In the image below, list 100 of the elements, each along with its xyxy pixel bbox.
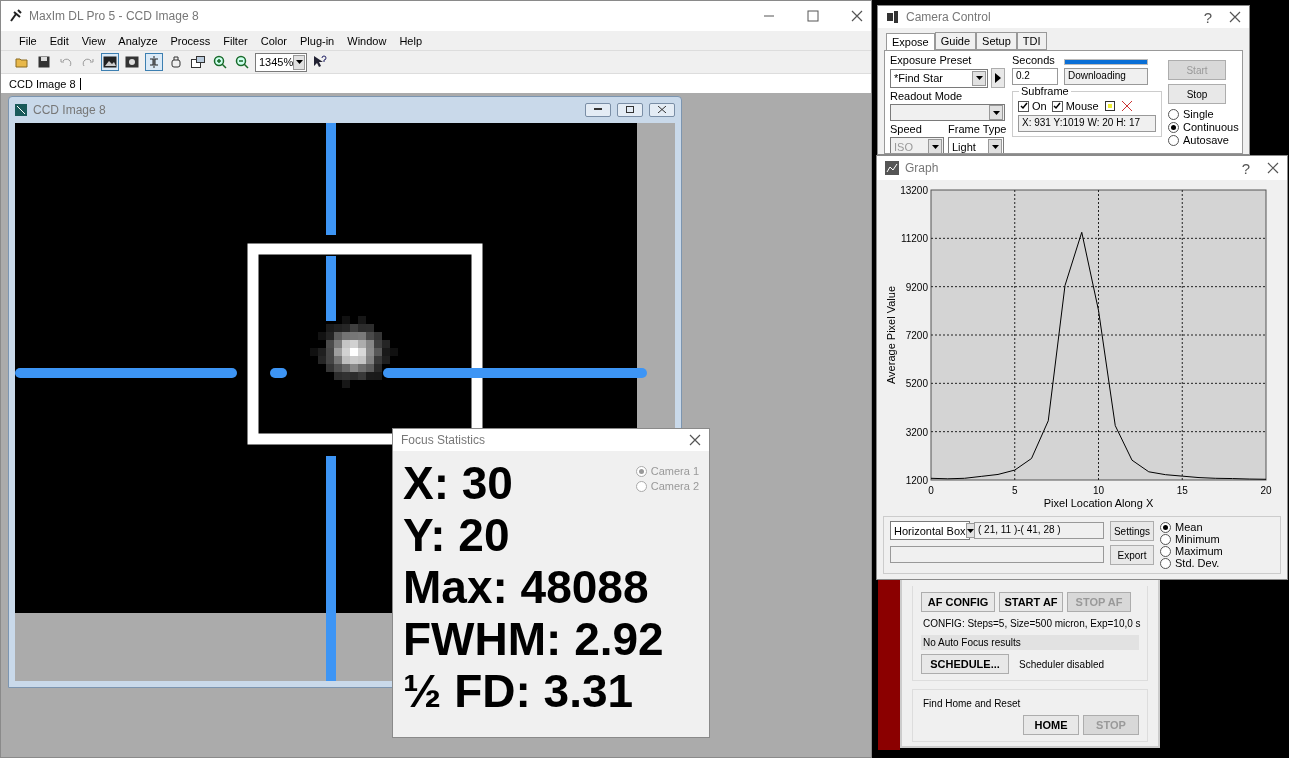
graph-button[interactable]: Export [1110, 545, 1154, 565]
help-icon[interactable]: ? [1231, 159, 1261, 177]
range-field: ( 21, 11 )-( 41, 28 ) [974, 522, 1104, 539]
x-tick-label: 10 [1092, 485, 1105, 496]
radio-label: Camera 2 [650, 480, 699, 492]
frame-type-select[interactable]: Light [948, 137, 1004, 153]
radio-button[interactable] [635, 465, 647, 477]
window-title: Focus Statistics [401, 433, 487, 447]
field-label: Readout Mode [890, 90, 964, 102]
image-view-icon[interactable] [101, 53, 119, 71]
radio-button[interactable] [635, 480, 647, 492]
y-tick-label: 1200 [905, 475, 928, 486]
y-tick-label: 9200 [905, 281, 928, 293]
menu-item[interactable]: Filter [223, 34, 248, 47]
radio-button[interactable] [1168, 121, 1179, 133]
radio-button[interactable] [1168, 134, 1179, 146]
seconds-field[interactable]: 0.2 [1012, 68, 1058, 85]
results-text: No Auto Focus results [921, 635, 1139, 650]
group-label: Subframe [1019, 85, 1071, 97]
autofocus-button[interactable]: START AF [999, 592, 1063, 612]
stop-button[interactable]: Stop [1168, 84, 1226, 104]
zoom-select[interactable]: 1345% [255, 52, 307, 72]
window-title: Camera Control [906, 10, 992, 24]
menu-item[interactable]: File [19, 34, 37, 47]
play-icon [995, 73, 1001, 83]
zoom-out-icon[interactable] [233, 53, 251, 71]
radio-button[interactable] [1160, 521, 1171, 533]
y-axis-title: Average Pixel Value [885, 286, 897, 384]
tab[interactable]: Expose [886, 33, 935, 50]
dropdown-arrow-icon [975, 76, 983, 80]
y-tick-label: 13200 [900, 185, 928, 196]
menu-item[interactable]: Plug-in [300, 34, 335, 47]
radio-button[interactable] [1160, 545, 1171, 557]
readout-select[interactable] [890, 104, 1005, 121]
maximize-icon[interactable] [807, 10, 819, 22]
dropdown-arrow-icon [931, 144, 939, 149]
properties-icon[interactable] [189, 53, 207, 71]
close-button[interactable] [649, 102, 675, 117]
checkmark-icon [1019, 102, 1028, 110]
subframe-coords: X: 931 Y:1019 W: 20 H: 17 [1018, 115, 1156, 132]
menu-item[interactable]: Color [260, 34, 287, 47]
expand-icon[interactable] [1120, 100, 1133, 112]
group-label: Find Home and Reset [922, 697, 1022, 711]
checkbox-label: Mouse [1065, 100, 1099, 112]
field-label: Seconds [1012, 54, 1056, 66]
close-icon [658, 106, 666, 114]
image-window-title: CCD Image 8 [33, 102, 107, 117]
y-tick-label: 3200 [905, 426, 928, 438]
radio-button[interactable] [1160, 533, 1171, 545]
x-tick-label: 15 [1176, 485, 1188, 496]
help-icon[interactable]: ? [1193, 8, 1223, 26]
split-view-icon[interactable] [145, 53, 163, 71]
schedule-button[interactable]: SCHEDULE... [921, 654, 1009, 674]
autofocus-button[interactable]: AF CONFIG [921, 592, 995, 612]
dropdown-arrow-icon [992, 110, 1000, 115]
home-button[interactable]: HOME [1023, 715, 1079, 735]
menu-item[interactable]: Edit [49, 34, 69, 47]
restore-button[interactable] [617, 102, 643, 117]
focus-stat: Max: 48088 [403, 561, 649, 613]
dropdown-arrow-icon [991, 144, 999, 149]
y-tick-label: 11200 [900, 233, 928, 245]
close-icon[interactable] [1229, 11, 1241, 23]
menu-item[interactable]: Process [170, 34, 211, 47]
radio-label: Minimum [1175, 533, 1220, 545]
preset-select[interactable]: *Find Star [890, 68, 988, 88]
field-label: Speed [890, 123, 923, 135]
close-icon[interactable] [1267, 162, 1279, 174]
checkbox-label: On [1032, 100, 1047, 112]
focus-stat: X: 30 [403, 457, 513, 509]
play-button[interactable] [991, 68, 1005, 88]
tab[interactable]: Setup [976, 32, 1017, 50]
tab[interactable]: Guide [934, 32, 977, 50]
field-label: Exposure Preset [890, 54, 973, 66]
menu-item[interactable]: Help [399, 34, 422, 47]
x-tick-label: 5 [1011, 485, 1018, 496]
graph-button[interactable]: Settings [1110, 521, 1154, 541]
close-icon[interactable] [851, 10, 863, 22]
zoom-in-icon[interactable] [211, 53, 229, 71]
radio-button[interactable] [1160, 557, 1171, 569]
document-tab[interactable]: CCD Image 8 [9, 77, 81, 90]
tab[interactable]: TDI [1016, 32, 1047, 50]
close-icon[interactable] [689, 434, 701, 446]
subframe-icon[interactable] [1103, 100, 1116, 112]
menu-item[interactable]: Analyze [118, 34, 158, 47]
menu-item[interactable]: Window [347, 34, 387, 47]
x-tick-label: 20 [1260, 485, 1272, 496]
checkbox[interactable] [1051, 100, 1063, 112]
radio-label: Single [1183, 108, 1214, 120]
minimize-button[interactable] [585, 102, 611, 117]
y-tick-label: 5200 [905, 378, 928, 390]
menu-item[interactable]: View [81, 34, 106, 47]
radio-label: Autosave [1183, 134, 1229, 146]
scheduler-status: Scheduler disabled [1018, 657, 1106, 672]
dropdown-arrow-icon [966, 528, 974, 533]
radio-button[interactable] [1168, 108, 1179, 120]
radio-label: Maximum [1175, 545, 1223, 557]
x-tick-label: 0 [928, 485, 934, 496]
status-field: Downloading [1064, 68, 1148, 85]
window-title: Graph [905, 161, 940, 175]
checkbox[interactable] [1018, 100, 1029, 112]
